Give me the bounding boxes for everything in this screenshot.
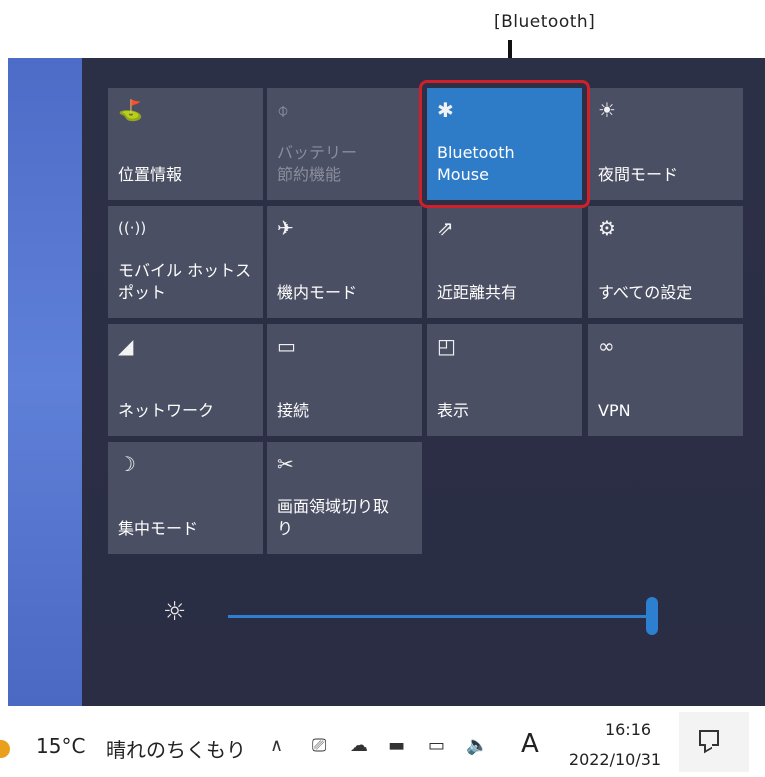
focus-assist-icon: ☽ [118, 452, 136, 476]
brightness-slider-thumb[interactable] [646, 597, 658, 635]
tile-battery-saver-label: バッテリー 節約機能 [277, 143, 358, 184]
tile-nearby-sharing[interactable]: ⇗ 近距離共有 [427, 206, 582, 318]
vpn-icon: ∞ [598, 334, 615, 358]
tile-vpn-label: VPN [598, 401, 631, 420]
weather-condition[interactable]: 晴れのちくもり [106, 734, 246, 763]
ime-mode-indicator[interactable]: A [521, 729, 539, 759]
mobile-hotspot-icon: ((·)) [118, 219, 147, 237]
tile-screen-snip-label: 画面領域切り取 り [277, 497, 390, 538]
tile-project[interactable]: ◰ 表示 [427, 324, 582, 436]
tile-project-label: 表示 [437, 401, 470, 420]
clock-time[interactable]: 16:16 [588, 720, 668, 739]
location-icon: ⛳ [118, 98, 143, 122]
tile-connect[interactable]: ▭ 接続 [267, 324, 422, 436]
battery-icon[interactable]: ▬ [388, 735, 405, 756]
tile-connect-label: 接続 [277, 401, 310, 420]
bluetooth-callout-label: [Bluetooth] [494, 12, 596, 32]
tile-focus-assist-label: 集中モード [118, 519, 199, 538]
tile-network[interactable]: ◢ ネットワーク [108, 324, 263, 436]
network-status-icon[interactable]: ▭ [428, 735, 445, 756]
desktop-background-strip [8, 58, 82, 706]
action-center-button[interactable] [679, 712, 749, 772]
tile-mobile-hotspot[interactable]: ((·)) モバイル ホットス ポット [108, 206, 263, 318]
tile-battery-saver[interactable]: ⌽ バッテリー 節約機能 [267, 88, 422, 200]
tile-airplane-mode-label: 機内モード [277, 283, 358, 302]
onedrive-cloud-icon[interactable]: ☁ [350, 735, 368, 756]
nearby-sharing-icon: ⇗ [437, 216, 454, 240]
meet-now-icon[interactable]: ⎚ [312, 735, 326, 756]
tile-mobile-hotspot-label: モバイル ホットス ポット [118, 261, 252, 302]
clock-date[interactable]: 2022/10/31 [560, 750, 670, 769]
tile-location[interactable]: ⛳ 位置情報 [108, 88, 263, 200]
bluetooth-highlight-frame [419, 80, 590, 208]
tile-network-label: ネットワーク [118, 401, 215, 420]
settings-gear-icon: ⚙ [598, 216, 616, 240]
notification-icon [699, 730, 719, 746]
tile-airplane-mode[interactable]: ✈ 機内モード [267, 206, 422, 318]
brightness-icon: ☼ [163, 597, 187, 627]
tile-screen-snip[interactable]: ✂ 画面領域切り取 り [267, 442, 422, 554]
network-icon: ◢ [118, 334, 134, 358]
volume-icon[interactable]: 🔈 [466, 735, 488, 756]
tile-nearby-sharing-label: 近距離共有 [437, 283, 518, 302]
tile-night-light-label: 夜間モード [598, 165, 679, 184]
tile-all-settings[interactable]: ⚙ すべての設定 [588, 206, 743, 318]
weather-temperature[interactable]: 15°C [36, 734, 85, 758]
tile-night-light[interactable]: ☀ 夜間モード [588, 88, 743, 200]
project-icon: ◰ [437, 334, 456, 358]
show-hidden-icons-chevron-icon[interactable]: ∧ [270, 735, 283, 756]
tile-all-settings-label: すべての設定 [598, 283, 693, 302]
tile-focus-assist[interactable]: ☽ 集中モード [108, 442, 263, 554]
tile-vpn[interactable]: ∞ VPN [588, 324, 743, 436]
airplane-icon: ✈ [277, 216, 294, 240]
connect-icon: ▭ [277, 334, 296, 358]
tile-location-label: 位置情報 [118, 165, 183, 184]
snip-icon: ✂ [277, 452, 294, 476]
battery-saver-icon: ⌽ [277, 98, 289, 122]
night-light-icon: ☀ [598, 98, 616, 122]
brightness-slider-track[interactable] [228, 615, 652, 618]
